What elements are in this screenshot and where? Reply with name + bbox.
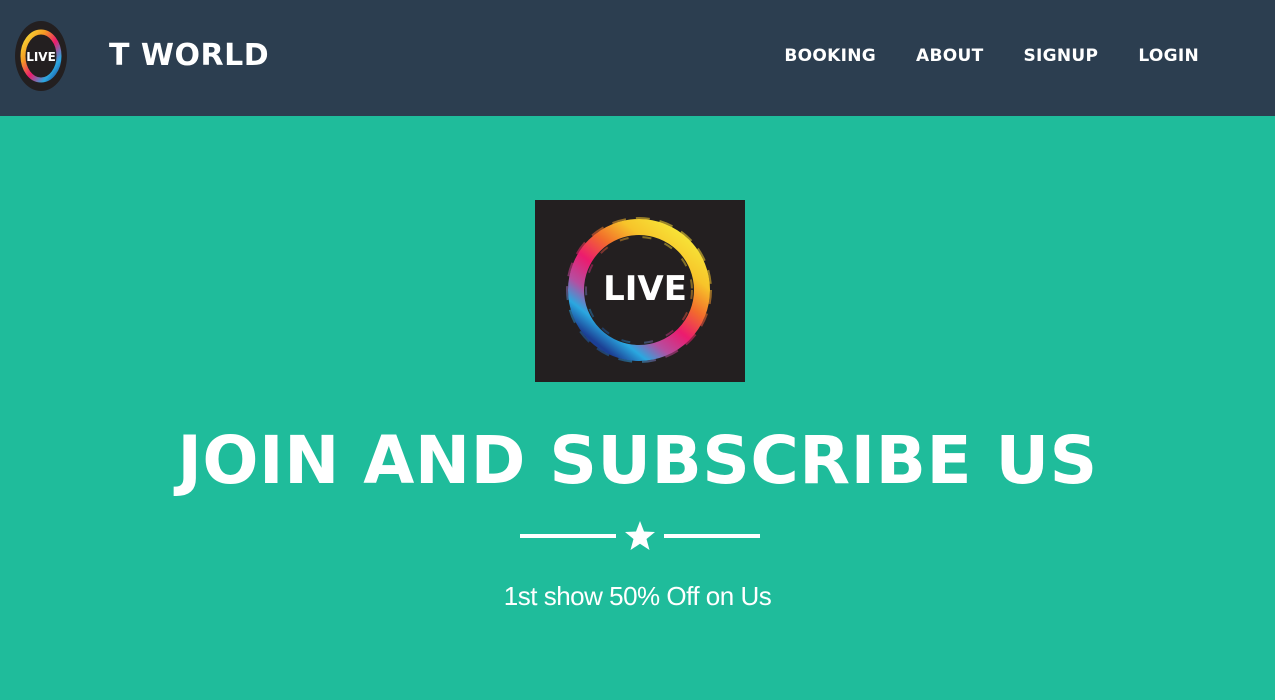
star-divider [520, 516, 760, 556]
live-logo-icon: LIVE [535, 200, 745, 382]
divider-line-right [664, 534, 760, 538]
nav-menu: BOOKING ABOUT SIGNUP LOGIN [784, 43, 1275, 69]
nav-link-about[interactable]: ABOUT [916, 46, 983, 66]
divider-line-left [520, 534, 616, 538]
hero-logo-text: LIVE [603, 269, 687, 309]
live-logo-icon[interactable]: LIVE [14, 20, 68, 92]
nav-link-login[interactable]: LOGIN [1138, 46, 1199, 66]
nav-logo-text: LIVE [26, 50, 56, 64]
star-icon [625, 521, 655, 550]
nav-link-signup[interactable]: SIGNUP [1023, 46, 1098, 66]
hero-title: JOIN AND SUBSCRIBE US [177, 422, 1098, 499]
navbar: LIVE T WORLD BOOKING ABOUT SIGNUP LOGIN [0, 0, 1275, 116]
hero-tagline: 1st show 50% Off on Us [503, 581, 772, 611]
nav-link-booking[interactable]: BOOKING [784, 46, 876, 66]
brand-link[interactable]: T WORLD [109, 36, 269, 76]
